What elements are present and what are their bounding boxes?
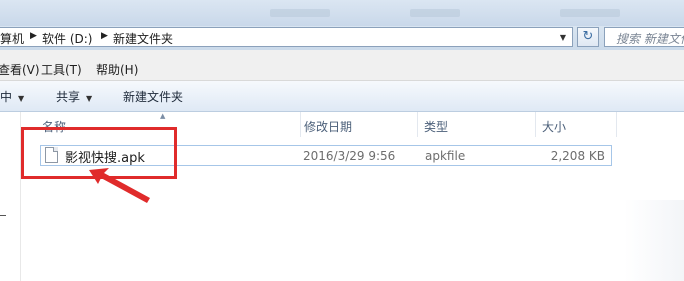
annotation-arrow-icon <box>89 168 150 203</box>
window-edge <box>624 200 684 281</box>
